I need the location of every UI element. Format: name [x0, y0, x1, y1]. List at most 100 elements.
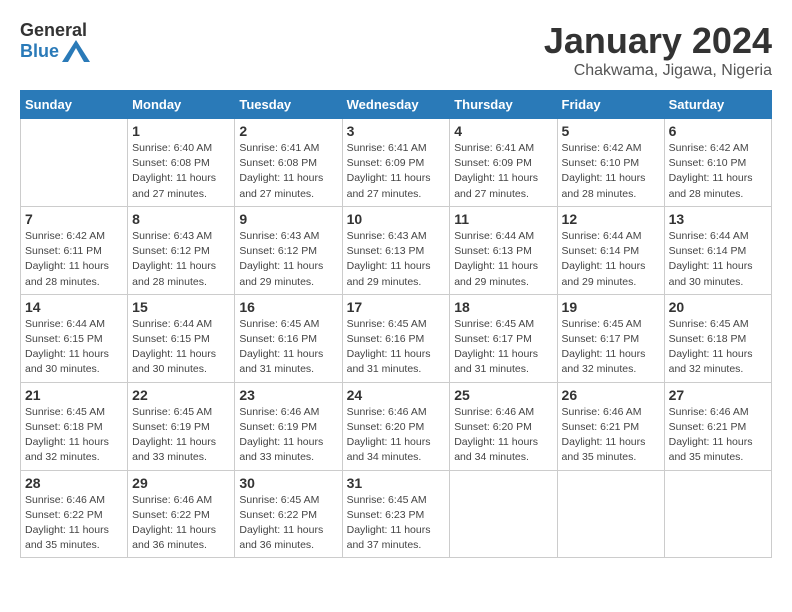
calendar-week-row: 7Sunrise: 6:42 AM Sunset: 6:11 PM Daylig… — [21, 206, 772, 294]
day-info: Sunrise: 6:45 AM Sunset: 6:18 PM Dayligh… — [25, 405, 123, 466]
day-info: Sunrise: 6:45 AM Sunset: 6:17 PM Dayligh… — [454, 317, 552, 378]
day-info: Sunrise: 6:44 AM Sunset: 6:15 PM Dayligh… — [25, 317, 123, 378]
day-info: Sunrise: 6:40 AM Sunset: 6:08 PM Dayligh… — [132, 141, 230, 202]
day-number: 26 — [562, 387, 660, 403]
day-of-week-header: Tuesday — [235, 91, 342, 119]
calendar-cell: 10 Sunrise: 6:43 AM Sunset: 6:13 PM Dayli… — [342, 206, 450, 294]
calendar-cell: 7Sunrise: 6:42 AM Sunset: 6:11 PM Daylig… — [21, 206, 128, 294]
logo: General Blue — [20, 20, 90, 62]
day-info: Sunrise: 6:43 AM Sunset: 6:12 PM Dayligh… — [239, 229, 337, 290]
day-number: 30 — [239, 475, 337, 491]
day-number: 25 — [454, 387, 552, 403]
calendar-cell: 12 Sunrise: 6:44 AM Sunset: 6:14 PM Dayli… — [557, 206, 664, 294]
day-of-week-header: Saturday — [664, 91, 771, 119]
day-of-week-header: Monday — [128, 91, 235, 119]
day-info: Sunrise: 6:45 AM Sunset: 6:17 PM Dayligh… — [562, 317, 660, 378]
day-info: Sunrise: 6:46 AM Sunset: 6:21 PM Dayligh… — [562, 405, 660, 466]
day-number: 23 — [239, 387, 337, 403]
calendar-cell: 29 Sunrise: 6:46 AM Sunset: 6:22 PM Dayli… — [128, 470, 235, 558]
day-info: Sunrise: 6:45 AM Sunset: 6:16 PM Dayligh… — [347, 317, 446, 378]
day-info: Sunrise: 6:42 AM Sunset: 6:10 PM Dayligh… — [669, 141, 767, 202]
calendar-cell: 17 Sunrise: 6:45 AM Sunset: 6:16 PM Dayli… — [342, 294, 450, 382]
calendar-cell: 18Sunrise: 6:45 AM Sunset: 6:17 PM Dayli… — [450, 294, 557, 382]
calendar-cell: 8 Sunrise: 6:43 AM Sunset: 6:12 PM Daylig… — [128, 206, 235, 294]
day-number: 10 — [347, 211, 446, 227]
day-info: Sunrise: 6:41 AM Sunset: 6:09 PM Dayligh… — [454, 141, 552, 202]
day-info: Sunrise: 6:44 AM Sunset: 6:14 PM Dayligh… — [562, 229, 660, 290]
day-of-week-header: Friday — [557, 91, 664, 119]
day-number: 8 — [132, 211, 230, 227]
calendar-subtitle: Chakwama, Jigawa, Nigeria — [544, 62, 772, 80]
day-number: 31 — [347, 475, 446, 491]
day-info: Sunrise: 6:45 AM Sunset: 6:18 PM Dayligh… — [669, 317, 767, 378]
calendar-week-row: 1Sunrise: 6:40 AM Sunset: 6:08 PM Daylig… — [21, 119, 772, 207]
day-info: Sunrise: 6:46 AM Sunset: 6:20 PM Dayligh… — [454, 405, 552, 466]
calendar-week-row: 21 Sunrise: 6:45 AM Sunset: 6:18 PM Dayli… — [21, 382, 772, 470]
calendar-cell: 16 Sunrise: 6:45 AM Sunset: 6:16 PM Dayli… — [235, 294, 342, 382]
day-of-week-header: Wednesday — [342, 91, 450, 119]
calendar-cell: 24 Sunrise: 6:46 AM Sunset: 6:20 PM Dayli… — [342, 382, 450, 470]
calendar-cell: 26 Sunrise: 6:46 AM Sunset: 6:21 PM Dayli… — [557, 382, 664, 470]
day-number: 4 — [454, 123, 552, 139]
day-number: 21 — [25, 387, 123, 403]
logo-icon — [62, 40, 90, 62]
day-info: Sunrise: 6:45 AM Sunset: 6:22 PM Dayligh… — [239, 493, 337, 554]
day-of-week-header: Sunday — [21, 91, 128, 119]
calendar-cell: 11 Sunrise: 6:44 AM Sunset: 6:13 PM Dayli… — [450, 206, 557, 294]
day-number: 27 — [669, 387, 767, 403]
day-number: 15 — [132, 299, 230, 315]
calendar-cell: 13Sunrise: 6:44 AM Sunset: 6:14 PM Dayli… — [664, 206, 771, 294]
calendar-cell: 31 Sunrise: 6:45 AM Sunset: 6:23 PM Dayli… — [342, 470, 450, 558]
page-header: General Blue January 2024 Chakwama, Jiga… — [20, 20, 772, 80]
day-info: Sunrise: 6:46 AM Sunset: 6:22 PM Dayligh… — [25, 493, 123, 554]
day-info: Sunrise: 6:43 AM Sunset: 6:13 PM Dayligh… — [347, 229, 446, 290]
day-number: 16 — [239, 299, 337, 315]
day-info: Sunrise: 6:41 AM Sunset: 6:09 PM Dayligh… — [347, 141, 446, 202]
day-number: 24 — [347, 387, 446, 403]
day-number: 29 — [132, 475, 230, 491]
day-number: 17 — [347, 299, 446, 315]
day-of-week-header: Thursday — [450, 91, 557, 119]
calendar-cell: 2Sunrise: 6:41 AM Sunset: 6:08 PM Daylig… — [235, 119, 342, 207]
day-number: 22 — [132, 387, 230, 403]
day-info: Sunrise: 6:45 AM Sunset: 6:23 PM Dayligh… — [347, 493, 446, 554]
calendar-cell: 15 Sunrise: 6:44 AM Sunset: 6:15 PM Dayli… — [128, 294, 235, 382]
day-info: Sunrise: 6:44 AM Sunset: 6:13 PM Dayligh… — [454, 229, 552, 290]
calendar-table: SundayMondayTuesdayWednesdayThursdayFrid… — [20, 90, 772, 558]
day-number: 28 — [25, 475, 123, 491]
calendar-cell — [664, 470, 771, 558]
day-info: Sunrise: 6:45 AM Sunset: 6:19 PM Dayligh… — [132, 405, 230, 466]
calendar-cell — [557, 470, 664, 558]
day-number: 12 — [562, 211, 660, 227]
day-number: 20 — [669, 299, 767, 315]
calendar-title: January 2024 — [544, 20, 772, 62]
day-info: Sunrise: 6:46 AM Sunset: 6:22 PM Dayligh… — [132, 493, 230, 554]
day-number: 9 — [239, 211, 337, 227]
logo-general: General — [20, 20, 87, 40]
day-number: 11 — [454, 211, 552, 227]
day-number: 19 — [562, 299, 660, 315]
calendar-cell: 20 Sunrise: 6:45 AM Sunset: 6:18 PM Dayli… — [664, 294, 771, 382]
day-info: Sunrise: 6:46 AM Sunset: 6:20 PM Dayligh… — [347, 405, 446, 466]
day-number: 13 — [669, 211, 767, 227]
day-info: Sunrise: 6:42 AM Sunset: 6:10 PM Dayligh… — [562, 141, 660, 202]
day-number: 6 — [669, 123, 767, 139]
day-number: 3 — [347, 123, 446, 139]
calendar-cell: 14 Sunrise: 6:44 AM Sunset: 6:15 PM Dayli… — [21, 294, 128, 382]
day-info: Sunrise: 6:41 AM Sunset: 6:08 PM Dayligh… — [239, 141, 337, 202]
day-info: Sunrise: 6:45 AM Sunset: 6:16 PM Dayligh… — [239, 317, 337, 378]
day-info: Sunrise: 6:43 AM Sunset: 6:12 PM Dayligh… — [132, 229, 230, 290]
calendar-cell: 30 Sunrise: 6:45 AM Sunset: 6:22 PM Dayli… — [235, 470, 342, 558]
day-number: 5 — [562, 123, 660, 139]
calendar-cell — [21, 119, 128, 207]
day-number: 14 — [25, 299, 123, 315]
calendar-cell: 28 Sunrise: 6:46 AM Sunset: 6:22 PM Dayli… — [21, 470, 128, 558]
day-info: Sunrise: 6:46 AM Sunset: 6:21 PM Dayligh… — [669, 405, 767, 466]
calendar-cell: 21 Sunrise: 6:45 AM Sunset: 6:18 PM Dayli… — [21, 382, 128, 470]
calendar-cell — [450, 470, 557, 558]
day-info: Sunrise: 6:42 AM Sunset: 6:11 PM Dayligh… — [25, 229, 123, 290]
day-info: Sunrise: 6:44 AM Sunset: 6:15 PM Dayligh… — [132, 317, 230, 378]
logo-blue: Blue — [20, 41, 59, 62]
calendar-cell: 6 Sunrise: 6:42 AM Sunset: 6:10 PM Daylig… — [664, 119, 771, 207]
day-info: Sunrise: 6:46 AM Sunset: 6:19 PM Dayligh… — [239, 405, 337, 466]
